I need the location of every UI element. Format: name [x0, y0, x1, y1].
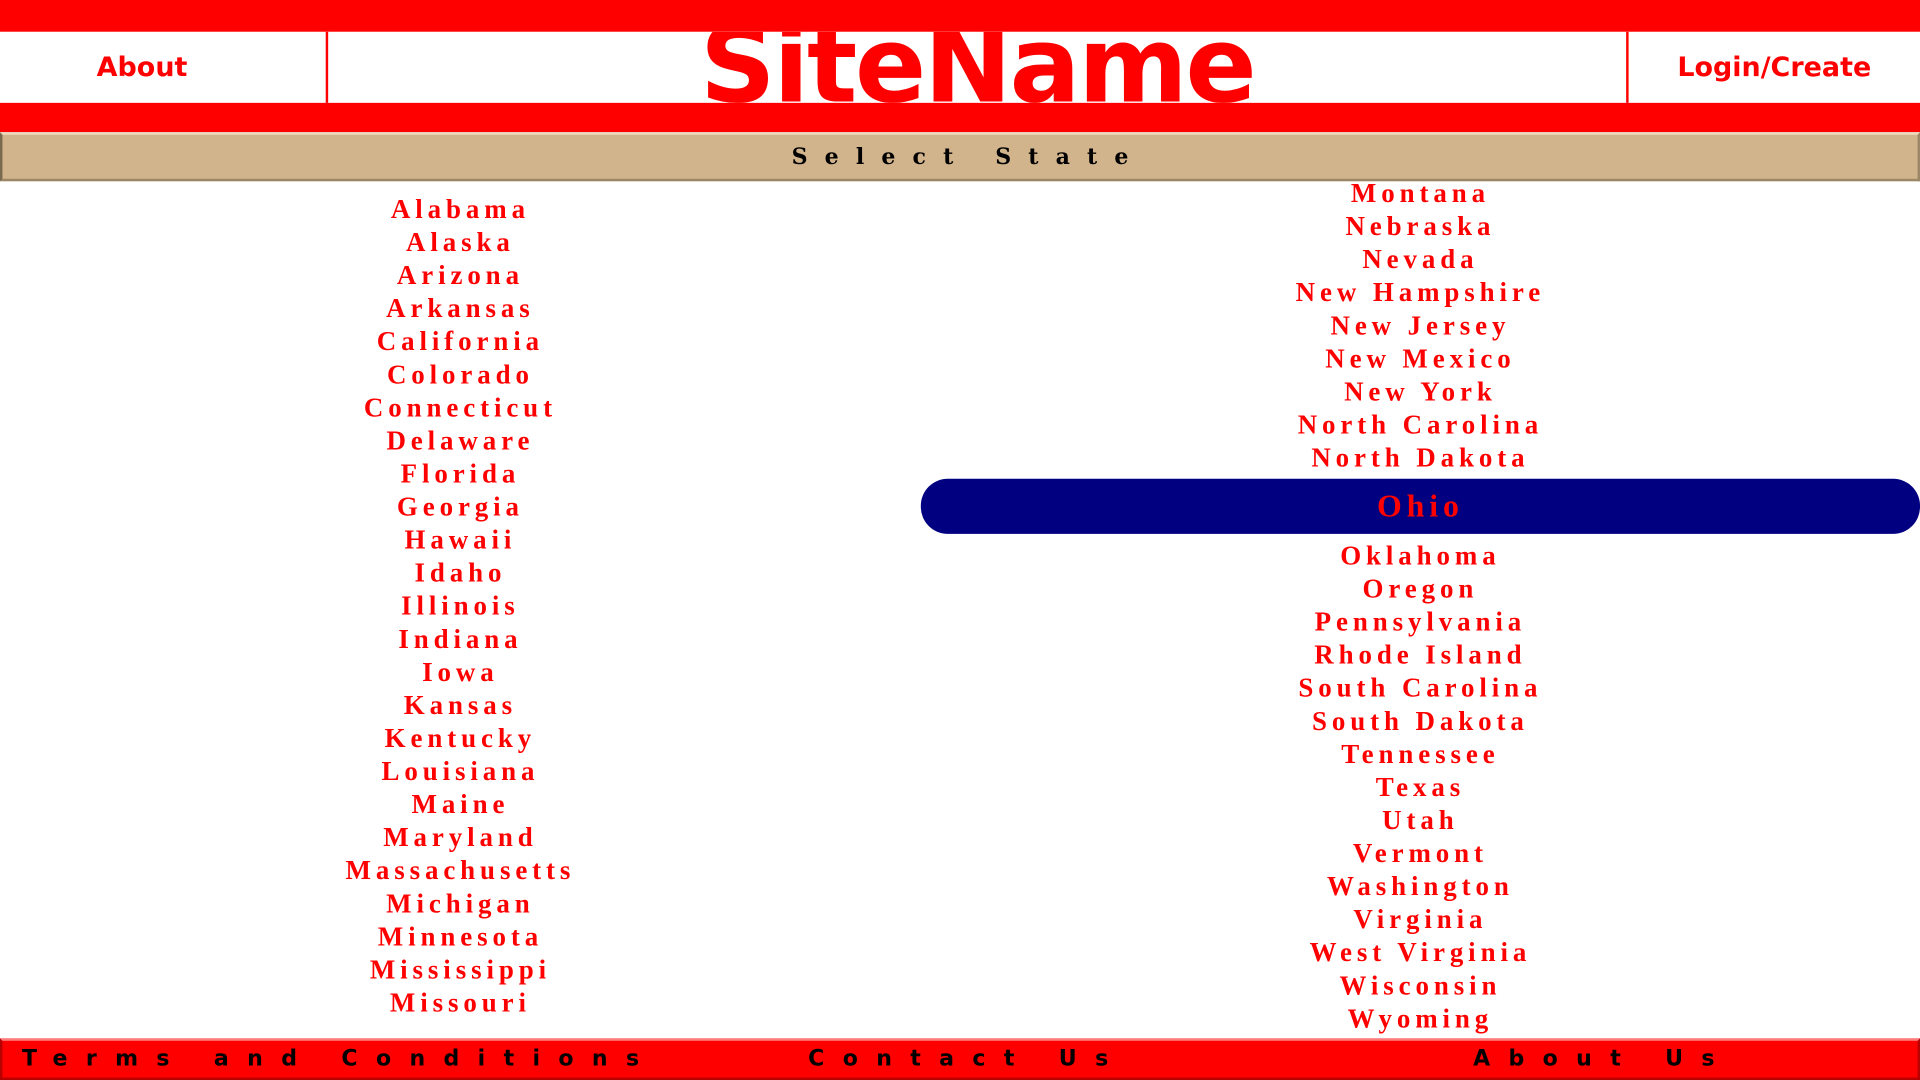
state-link[interactable]: New Mexico: [921, 342, 1920, 375]
select-state-label: Select State: [791, 143, 1146, 170]
state-link[interactable]: Colorado: [0, 358, 921, 391]
state-link[interactable]: Nevada: [921, 242, 1920, 275]
state-link[interactable]: North Dakota: [921, 441, 1920, 474]
state-link[interactable]: Washington: [921, 869, 1920, 902]
state-link[interactable]: Tennessee: [921, 737, 1920, 770]
state-link[interactable]: Hawaii: [0, 523, 921, 556]
state-link[interactable]: Wyoming: [921, 1002, 1920, 1035]
state-link[interactable]: Maine: [0, 787, 921, 820]
state-link[interactable]: Minnesota: [0, 920, 921, 953]
state-link[interactable]: South Carolina: [921, 671, 1920, 704]
state-link[interactable]: Vermont: [921, 836, 1920, 869]
state-link[interactable]: Missouri: [0, 986, 921, 1019]
state-link-selected[interactable]: Ohio: [920, 478, 1920, 534]
state-link[interactable]: Michigan: [0, 887, 921, 920]
state-link[interactable]: Pennsylvania: [921, 605, 1920, 638]
state-link[interactable]: Connecticut: [0, 391, 921, 424]
site-logo[interactable]: SiteName: [328, 32, 1626, 103]
state-link[interactable]: Arizona: [0, 258, 921, 291]
footer: Terms and Conditions Contact Us About Us: [0, 1038, 1920, 1080]
state-link[interactable]: California: [0, 324, 921, 357]
header-bottom-band: [0, 102, 1920, 133]
state-link[interactable]: Arkansas: [0, 291, 921, 324]
state-link[interactable]: Montana: [921, 176, 1920, 209]
site-name: SiteName: [699, 31, 1257, 103]
state-link[interactable]: Florida: [0, 457, 921, 490]
state-link[interactable]: Iowa: [0, 655, 921, 688]
state-link[interactable]: New Jersey: [921, 309, 1920, 342]
state-link[interactable]: Alaska: [0, 225, 921, 258]
state-link[interactable]: Kansas: [0, 688, 921, 721]
state-link[interactable]: Nebraska: [921, 209, 1920, 242]
state-link[interactable]: New York: [921, 375, 1920, 408]
terms-link[interactable]: Terms and Conditions: [22, 1041, 657, 1078]
state-link[interactable]: Delaware: [0, 424, 921, 457]
state-link[interactable]: Kentucky: [0, 721, 921, 754]
state-link[interactable]: Mississippi: [0, 953, 921, 986]
state-link[interactable]: West Virginia: [921, 936, 1920, 969]
state-link[interactable]: Maryland: [0, 820, 921, 853]
about-link[interactable]: About: [0, 32, 284, 103]
state-link[interactable]: Alabama: [0, 192, 921, 225]
state-link[interactable]: Indiana: [0, 622, 921, 655]
header-top-band: [0, 0, 1920, 32]
state-link[interactable]: Oklahoma: [921, 539, 1920, 572]
state-link[interactable]: Illinois: [0, 589, 921, 622]
state-link[interactable]: Utah: [921, 803, 1920, 836]
state-link[interactable]: Virginia: [921, 902, 1920, 935]
page: About SiteName Login/Create Select State…: [0, 0, 1920, 1080]
header: About SiteName Login/Create: [0, 31, 1920, 103]
state-link[interactable]: North Carolina: [921, 408, 1920, 441]
select-state-bar: Select State: [0, 132, 1920, 182]
login-create-link[interactable]: Login/Create: [1629, 32, 1920, 103]
about-us-link[interactable]: About Us: [1473, 1041, 1733, 1078]
state-link[interactable]: New Hampshire: [921, 276, 1920, 309]
state-link[interactable]: Massachusetts: [0, 853, 921, 886]
state-link[interactable]: Wisconsin: [921, 969, 1920, 1002]
state-link[interactable]: Oregon: [921, 572, 1920, 605]
state-link[interactable]: Georgia: [0, 490, 921, 523]
state-link[interactable]: Louisiana: [0, 754, 921, 787]
state-link[interactable]: Idaho: [0, 556, 921, 589]
contact-us-link[interactable]: Contact Us: [808, 1041, 1126, 1078]
state-link[interactable]: Rhode Island: [921, 638, 1920, 671]
state-link[interactable]: Texas: [921, 770, 1920, 803]
state-link[interactable]: South Dakota: [921, 704, 1920, 737]
